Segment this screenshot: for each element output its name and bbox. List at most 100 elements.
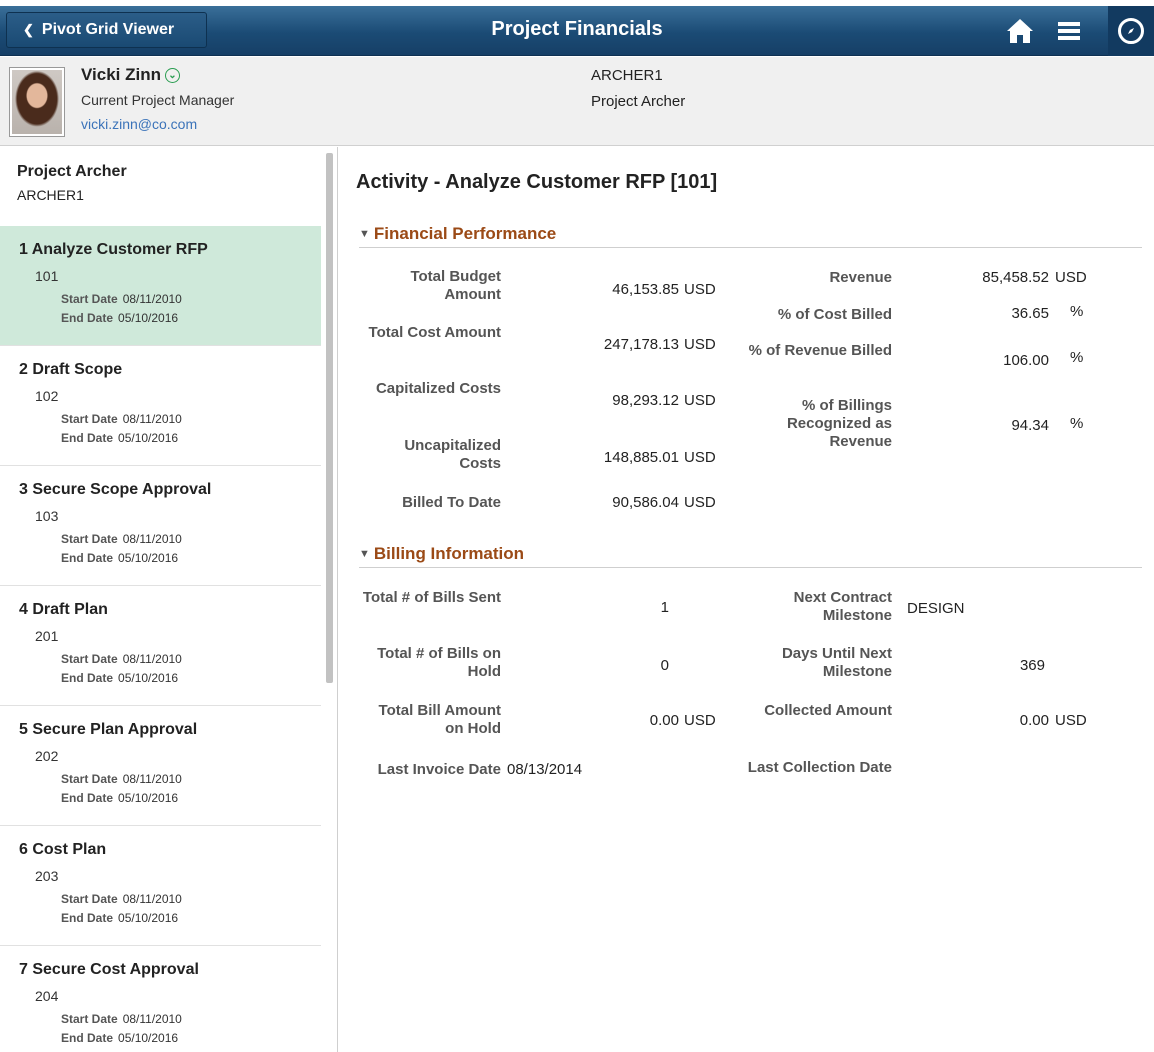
end-date-row: End Date 05/10/2016 xyxy=(61,791,178,805)
back-button[interactable]: ❮ Pivot Grid Viewer xyxy=(6,12,207,48)
days-until-milestone-value: 369 xyxy=(1019,657,1045,674)
start-date-row: Start Date 08/11/2010 xyxy=(61,292,182,306)
next-milestone-value: DESIGN xyxy=(907,600,965,617)
list-item[interactable]: 4 Draft Plan 201 Start Date 08/11/2010 End D… xyxy=(0,586,321,706)
activity-title-text: 5 Secure Plan Approval xyxy=(19,721,198,738)
start-date-value: 08/11/2010 xyxy=(122,772,182,786)
collapse-triangle-icon: ▼ xyxy=(359,548,370,560)
financial-performance-section-toggle[interactable]: ▼ Financial Performance xyxy=(359,221,1142,248)
end-date-value: 05/10/2016 xyxy=(118,911,179,925)
end-date-value: 05/10/2016 xyxy=(118,551,179,565)
sidebar-scrollbar[interactable] xyxy=(326,153,333,683)
revenue-value: 85,458.52 xyxy=(982,269,1049,286)
start-date-label: Start Date xyxy=(61,292,118,306)
end-date-label: End Date xyxy=(61,671,114,685)
total-budget-label: Total Budget Amount xyxy=(410,268,501,303)
list-item[interactable]: 3 Secure Scope Approval 103 Start Date 08/1… xyxy=(0,466,321,586)
list-item[interactable]: 5 Secure Plan Approval 202 Start Date 08/11… xyxy=(0,706,321,826)
end-date-row: End Date 05/10/2016 xyxy=(61,1031,178,1045)
revenue-billed-percent: % xyxy=(1070,349,1084,366)
activity-title-text: 1 Analyze Customer RFP xyxy=(19,241,208,258)
start-date-value: 08/11/2010 xyxy=(122,1012,182,1026)
start-date-label: Start Date xyxy=(61,892,118,906)
person-name[interactable]: Vicki Zinn ⌄ xyxy=(81,65,180,85)
end-date-row: End Date 05/10/2016 xyxy=(61,671,178,685)
end-date-value: 05/10/2016 xyxy=(118,1031,179,1045)
activity-sidebar: Project Archer ARCHER1 1 Analyze Custome… xyxy=(0,147,338,1052)
main-content: Activity - Analyze Customer RFP [101] ▼ … xyxy=(339,147,1154,1052)
start-date-row: Start Date 08/11/2010 xyxy=(61,772,182,786)
activity-title-text: 7 Secure Cost Approval xyxy=(19,961,199,978)
end-date-value: 05/10/2016 xyxy=(118,791,179,805)
start-date-label: Start Date xyxy=(61,532,118,546)
activity-number: 201 xyxy=(35,628,59,644)
person-email-link[interactable]: vicki.zinn@co.com xyxy=(81,116,197,132)
bills-sent-value: 1 xyxy=(660,599,669,616)
days-until-milestone-label: Days Until Next Milestone xyxy=(781,645,892,680)
bills-sent-label: Total # of Bills Sent xyxy=(362,589,501,606)
billed-to-date-value: 90,586.04 xyxy=(612,494,679,511)
end-date-label: End Date xyxy=(61,431,114,445)
start-date-value: 08/11/2010 xyxy=(122,412,182,426)
start-date-label: Start Date xyxy=(61,652,118,666)
activity-title: Activity - Analyze Customer RFP [101] xyxy=(356,171,718,193)
navbar-compass-icon[interactable] xyxy=(1108,6,1154,56)
activity-number: 204 xyxy=(35,988,59,1004)
activity-title-text: 3 Secure Scope Approval xyxy=(19,481,212,498)
start-date-value: 08/11/2010 xyxy=(122,652,182,666)
bill-amount-on-hold-value: 0.00 xyxy=(649,712,679,729)
list-item[interactable]: 6 Cost Plan 203 Start Date 08/11/2010 End Da… xyxy=(0,826,321,946)
home-icon[interactable] xyxy=(1000,6,1040,56)
sidebar-header: Project Archer ARCHER1 xyxy=(0,147,337,226)
start-date-row: Start Date 08/11/2010 xyxy=(61,1012,182,1026)
back-button-label: Pivot Grid Viewer xyxy=(41,21,175,38)
end-date-label: End Date xyxy=(61,1031,114,1045)
project-name: Project Archer xyxy=(591,93,686,110)
hamburger-menu-icon[interactable] xyxy=(1049,6,1089,56)
project-code: ARCHER1 xyxy=(591,67,663,84)
cost-billed-label: % of Cost Billed xyxy=(777,306,892,323)
collected-amount-value: 0.00 xyxy=(1019,712,1049,729)
context-bar: Vicki Zinn ⌄ Current Project Manager vic… xyxy=(0,57,1154,146)
bill-amount-on-hold-label: Total Bill Amount on Hold xyxy=(378,702,501,737)
last-invoice-value: 08/13/2014 xyxy=(507,761,583,778)
end-date-row: End Date 05/10/2016 xyxy=(61,311,178,325)
app-header: ❮ Pivot Grid Viewer Project Financials xyxy=(0,6,1154,56)
activity-title-text: 2 Draft Scope xyxy=(19,361,123,378)
start-date-value: 08/11/2010 xyxy=(122,892,182,906)
end-date-label: End Date xyxy=(61,551,114,565)
next-milestone-label: Next Contract Milestone xyxy=(793,589,892,624)
collapse-triangle-icon: ▼ xyxy=(359,228,370,240)
chevron-circle-icon[interactable]: ⌄ xyxy=(165,67,180,83)
bills-on-hold-value: 0 xyxy=(660,657,669,674)
list-item[interactable]: 2 Draft Scope 102 Start Date 08/11/2010 End … xyxy=(0,346,321,466)
capitalized-costs-currency: USD xyxy=(684,392,716,409)
billings-recognized-percent: % xyxy=(1070,415,1084,432)
list-item[interactable]: 1 Analyze Customer RFP 101 Start Date 08/11… xyxy=(0,226,321,346)
end-date-value: 05/10/2016 xyxy=(118,671,179,685)
total-budget-value: 46,153.85 xyxy=(612,281,679,298)
end-date-row: End Date 05/10/2016 xyxy=(61,911,178,925)
activity-number: 103 xyxy=(35,508,59,524)
revenue-billed-label: % of Revenue Billed xyxy=(748,342,892,359)
start-date-row: Start Date 08/11/2010 xyxy=(61,652,182,666)
billing-information-section-toggle[interactable]: ▼ Billing Information xyxy=(359,541,1142,568)
activity-number: 102 xyxy=(35,388,59,404)
total-cost-value: 247,178.13 xyxy=(603,336,679,353)
avatar xyxy=(9,67,65,137)
cost-billed-value: 36.65 xyxy=(1011,305,1049,322)
capitalized-costs-value: 98,293.12 xyxy=(612,392,679,409)
list-item[interactable]: 7 Secure Cost Approval 204 Start Date 08/11… xyxy=(0,946,321,1052)
total-cost-label: Total Cost Amount xyxy=(368,324,501,341)
bills-on-hold-label: Total # of Bills on Hold xyxy=(377,645,501,680)
bill-amount-on-hold-currency: USD xyxy=(684,712,716,729)
billings-recognized-label: % of Billings Recognized as Revenue xyxy=(786,397,892,450)
billings-recognized-value: 94.34 xyxy=(1011,417,1049,434)
start-date-row: Start Date 08/11/2010 xyxy=(61,532,182,546)
revenue-billed-value: 106.00 xyxy=(1003,352,1049,369)
revenue-label: Revenue xyxy=(829,269,892,286)
uncapitalized-costs-value: 148,885.01 xyxy=(603,449,679,466)
start-date-label: Start Date xyxy=(61,412,118,426)
billed-to-date-currency: USD xyxy=(684,494,716,511)
collected-amount-label: Collected Amount xyxy=(764,702,892,719)
